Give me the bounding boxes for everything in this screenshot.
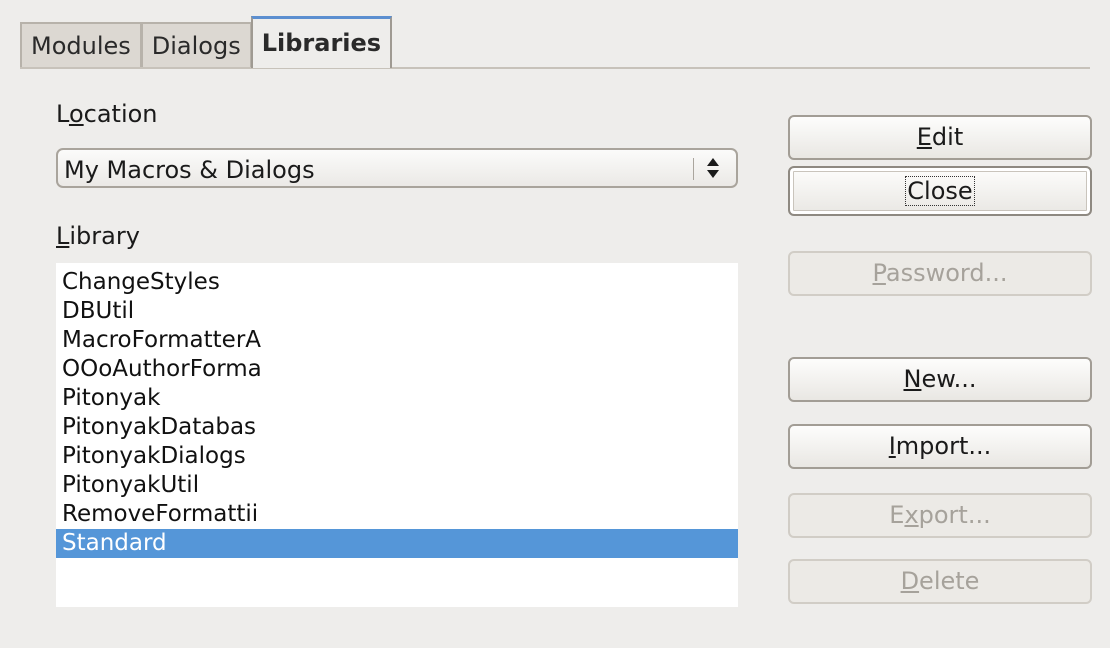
tab-dialogs[interactable]: Dialogs — [140, 22, 252, 68]
password-button[interactable]: Password... — [788, 251, 1092, 296]
list-item[interactable]: ChangeStyles — [56, 268, 312, 297]
list-item[interactable]: RemoveFormattii — [56, 500, 312, 529]
close-button[interactable]: Close — [788, 166, 1092, 216]
library-label: Library — [56, 222, 140, 250]
delete-button[interactable]: Delete — [788, 559, 1092, 604]
list-item[interactable]: PitonyakUtil — [56, 471, 312, 500]
edit-button[interactable]: Edit — [788, 115, 1092, 160]
list-item[interactable]: Pitonyak — [56, 384, 312, 413]
tab-modules[interactable]: Modules — [20, 22, 142, 68]
select-separator — [693, 158, 694, 180]
updown-arrows-icon — [702, 153, 724, 183]
list-item-selected[interactable]: Standard — [56, 529, 738, 558]
tab-panel-border — [20, 67, 1090, 69]
library-list[interactable]: ChangeStyles DBUtil MacroFormatterA OOoA… — [56, 263, 738, 607]
list-item[interactable]: DBUtil — [56, 297, 312, 326]
import-button[interactable]: Import... — [788, 424, 1092, 469]
location-label: Location — [56, 100, 158, 128]
list-item[interactable]: PitonyakDatabas — [56, 413, 312, 442]
tab-bar: Modules Dialogs Libraries — [20, 16, 393, 68]
location-select[interactable]: My Macros & Dialogs — [56, 148, 738, 188]
new-button[interactable]: New... — [788, 357, 1092, 402]
focus-indicator: Close — [905, 176, 975, 206]
location-select-value: My Macros & Dialogs — [64, 156, 315, 184]
list-item[interactable]: MacroFormatterA — [56, 326, 312, 355]
list-item[interactable]: OOoAuthorForma — [56, 355, 312, 384]
list-item[interactable]: PitonyakDialogs — [56, 442, 312, 471]
tab-libraries[interactable]: Libraries — [250, 16, 393, 68]
export-button[interactable]: Export... — [788, 493, 1092, 538]
